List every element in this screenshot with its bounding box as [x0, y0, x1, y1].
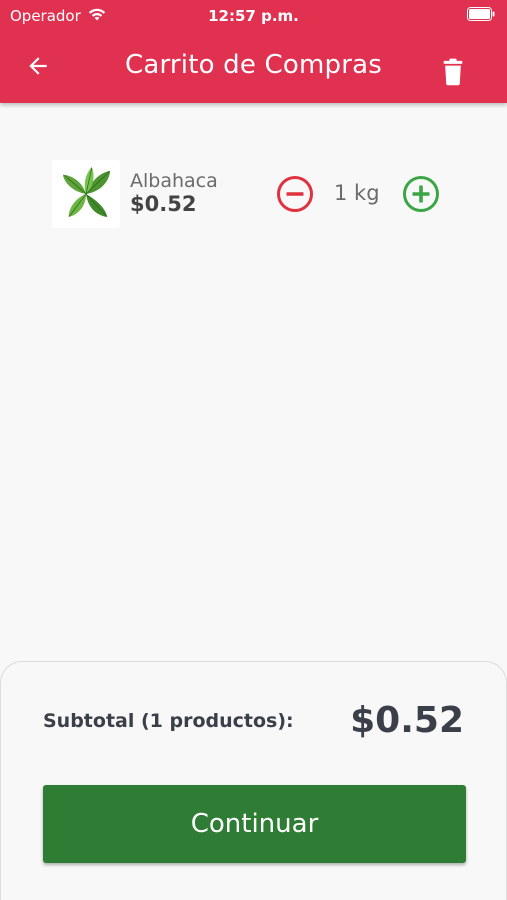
checkout-panel: Subtotal (1 productos): $0.52 Continuar [0, 661, 507, 900]
nav-bar: Carrito de Compras [0, 32, 507, 103]
minus-circle-icon [276, 176, 314, 217]
subtotal-label: Subtotal (1 productos): [43, 710, 294, 732]
quantity-value: 1 kg [334, 181, 380, 205]
basil-leaf-icon [57, 163, 115, 225]
decrease-quantity-button[interactable] [276, 175, 314, 213]
status-bar: Operador 12:57 p.m. [0, 0, 507, 32]
app-header: Operador 12:57 p.m. Carrito de Compras [0, 0, 507, 103]
cart-item: Albahaca $0.52 1 kg [52, 157, 452, 229]
plus-circle-icon [402, 176, 440, 217]
product-name: Albahaca [130, 170, 218, 192]
trash-icon [441, 58, 465, 90]
subtotal-value: $0.52 [350, 700, 464, 741]
increase-quantity-button[interactable] [402, 175, 440, 213]
empty-cart-button[interactable] [435, 56, 471, 92]
battery-icon [467, 7, 495, 25]
continue-button[interactable]: Continuar [43, 785, 466, 863]
product-image [52, 160, 120, 228]
product-price: $0.52 [130, 192, 197, 216]
page-title: Carrito de Compras [124, 50, 383, 80]
status-time: 12:57 p.m. [208, 7, 299, 25]
